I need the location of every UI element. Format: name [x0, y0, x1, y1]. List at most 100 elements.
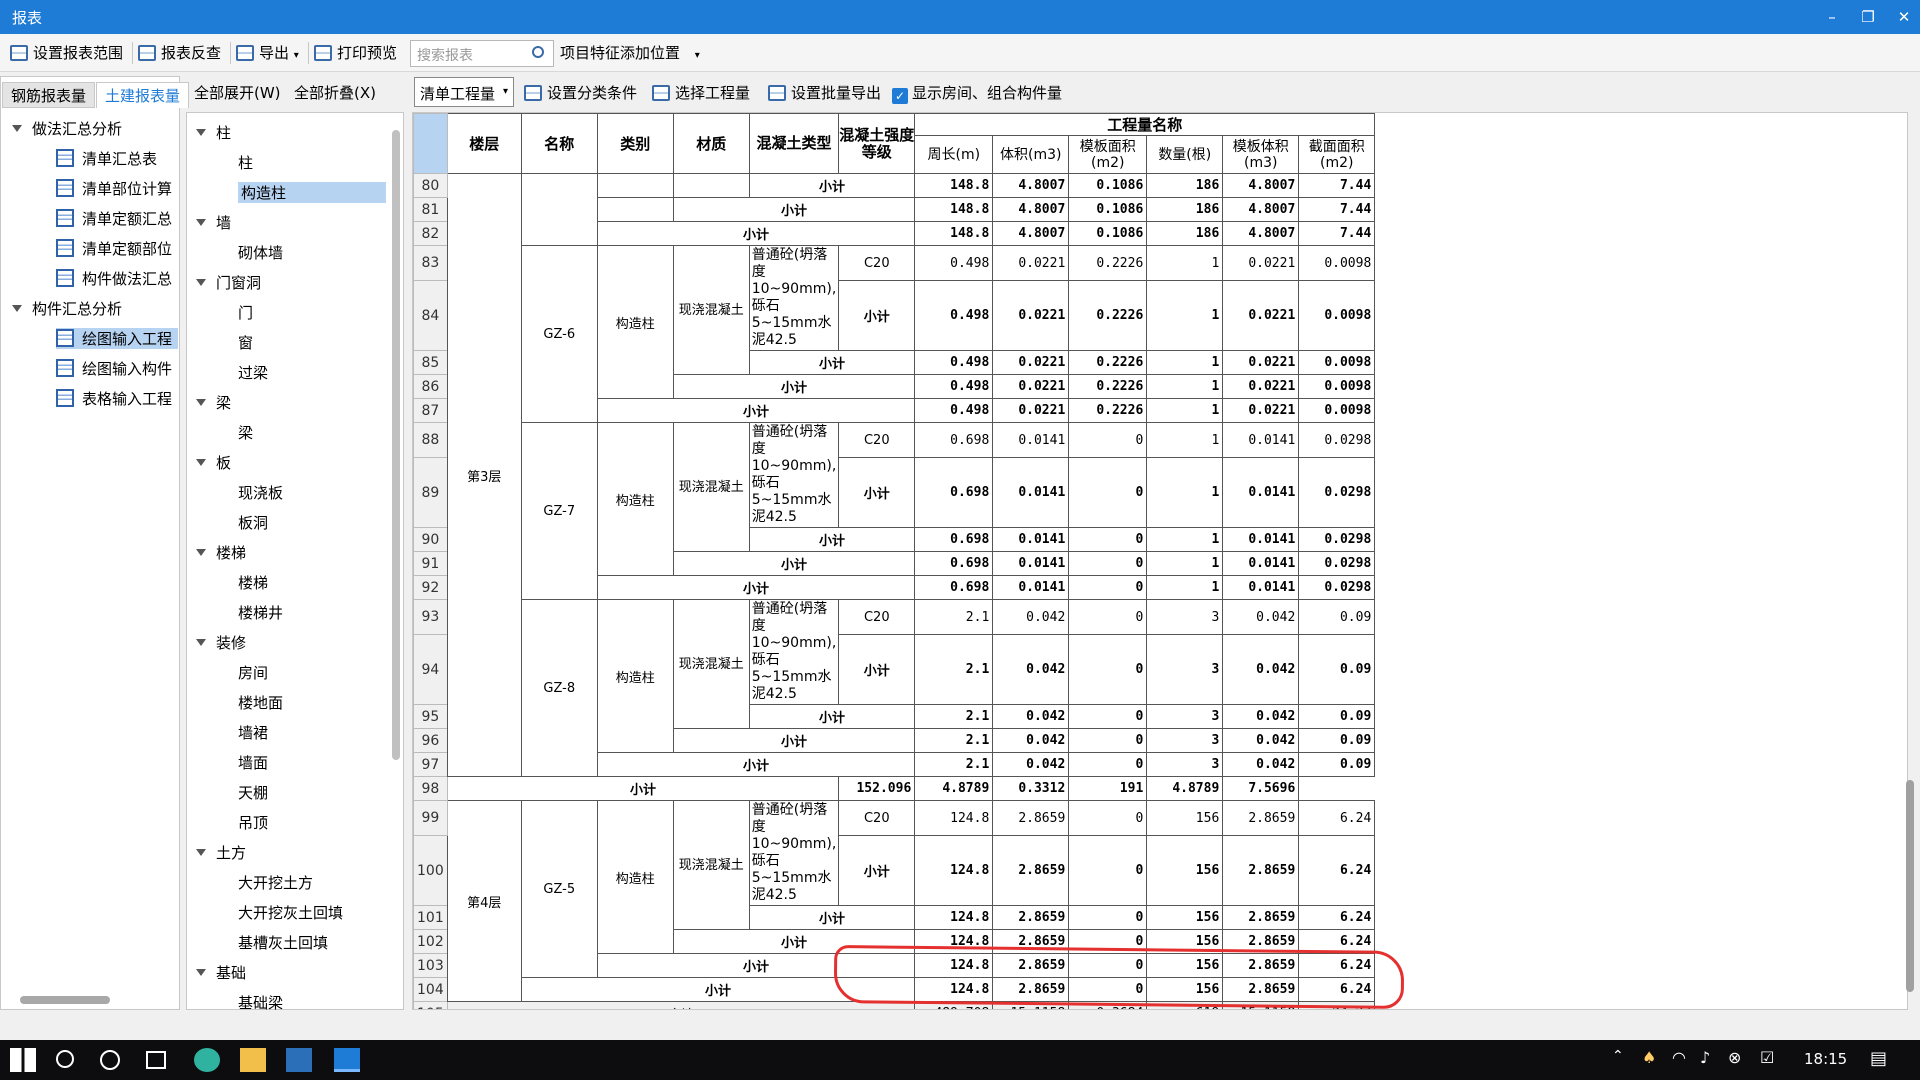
concrete-type-cell[interactable]: 普通砼(坍落度10~90mm),砾石5~15mm水泥42.5: [748, 422, 840, 528]
value-cell[interactable]: 0: [1068, 752, 1148, 777]
name-cell[interactable]: GZ-6: [520, 245, 598, 423]
subtotal-cell[interactable]: 小计: [596, 398, 916, 423]
value-cell[interactable]: 2.1: [914, 728, 994, 753]
value-cell[interactable]: 0.0298: [1298, 422, 1376, 458]
value-cell[interactable]: 1: [1146, 527, 1224, 552]
category-cell[interactable]: 构造柱: [596, 422, 674, 576]
row-number[interactable]: 85: [413, 350, 448, 375]
name-cell[interactable]: GZ-8: [520, 599, 598, 777]
collapse-arrow-icon[interactable]: [12, 125, 22, 132]
tree-group[interactable]: 构件汇总分析: [12, 298, 122, 319]
search-icon[interactable]: [56, 1050, 74, 1068]
value-cell[interactable]: 0.498: [914, 374, 994, 399]
volume-icon[interactable]: ♪: [1700, 1048, 1726, 1072]
value-cell[interactable]: 1: [1146, 374, 1224, 399]
row-number[interactable]: 88: [413, 422, 448, 458]
value-cell[interactable]: 2.8659: [1222, 800, 1300, 836]
col-floor[interactable]: 楼层: [446, 113, 522, 174]
active-app-icon[interactable]: [334, 1048, 360, 1072]
row-number[interactable]: 89: [413, 457, 448, 528]
value-cell[interactable]: 0.042: [1222, 728, 1300, 753]
subtotal-cell[interactable]: 小计: [596, 221, 916, 246]
component-group[interactable]: 板: [196, 452, 231, 473]
collapse-arrow-icon[interactable]: [196, 639, 206, 646]
search-icon[interactable]: [532, 46, 544, 58]
value-cell[interactable]: 124.8: [914, 800, 994, 836]
value-cell[interactable]: 0.0221: [1222, 398, 1300, 423]
value-cell[interactable]: 148.8: [914, 197, 994, 222]
collapse-arrow-icon[interactable]: [196, 549, 206, 556]
col-category[interactable]: 类别: [596, 113, 674, 174]
value-cell[interactable]: 2.8659: [992, 905, 1070, 930]
value-cell[interactable]: 0.0298: [1298, 457, 1376, 528]
value-cell[interactable]: 148.8: [914, 221, 994, 246]
cortana-icon[interactable]: [100, 1050, 120, 1070]
tree-item[interactable]: 清单定额部位: [56, 238, 172, 259]
value-cell[interactable]: 0.042: [992, 634, 1070, 705]
value-cell[interactable]: 6.24: [1298, 800, 1376, 836]
component-group[interactable]: 柱: [196, 122, 231, 143]
subtotal-cell[interactable]: 小计: [672, 374, 916, 399]
corner-cell[interactable]: [413, 113, 448, 174]
category-cell[interactable]: [596, 197, 674, 222]
tree-item[interactable]: 绘图输入工程: [56, 328, 178, 349]
component-item[interactable]: 现浇板: [238, 482, 283, 503]
value-cell[interactable]: 0.0141: [1222, 575, 1300, 600]
value-cell[interactable]: 0.2226: [1068, 280, 1148, 351]
component-group[interactable]: 楼梯: [196, 542, 246, 563]
chevron-up-icon[interactable]: ⌃: [1612, 1048, 1638, 1072]
component-group[interactable]: 基础: [196, 962, 246, 983]
category-cell[interactable]: 构造柱: [596, 245, 674, 399]
value-cell[interactable]: 0: [1068, 575, 1148, 600]
subtotal-cell[interactable]: 小计: [596, 575, 916, 600]
value-cell[interactable]: 0: [1068, 551, 1148, 576]
value-cell[interactable]: 1: [1146, 350, 1224, 375]
value-cell[interactable]: 6.24: [1298, 905, 1376, 930]
value-cell[interactable]: 0.0141: [1222, 422, 1300, 458]
collapse-arrow-icon[interactable]: [196, 399, 206, 406]
value-cell[interactable]: 0.498: [914, 245, 994, 281]
value-cell[interactable]: 0.0221: [1222, 280, 1300, 351]
value-cell[interactable]: 7.44: [1298, 173, 1376, 198]
close-button[interactable]: ✕: [1884, 3, 1920, 31]
value-cell[interactable]: 0.0221: [992, 245, 1070, 281]
subtotal-cell[interactable]: 小计: [748, 704, 916, 729]
value-cell[interactable]: 156: [1146, 800, 1224, 836]
subtotal-cell[interactable]: 小计: [672, 551, 916, 576]
value-cell[interactable]: 7.44: [1298, 221, 1376, 246]
value-cell[interactable]: 1: [1146, 280, 1224, 351]
category-cell[interactable]: [596, 173, 674, 198]
value-cell[interactable]: 0.0141: [992, 575, 1070, 600]
network-error-icon[interactable]: ⊗: [1728, 1048, 1754, 1072]
value-cell[interactable]: 148.8: [914, 173, 994, 198]
value-cell[interactable]: 2.8659: [992, 835, 1070, 906]
value-cell[interactable]: 0.0298: [1298, 527, 1376, 552]
value-cell[interactable]: 7.44: [1298, 197, 1376, 222]
component-group[interactable]: 梁: [196, 392, 231, 413]
component-item[interactable]: 门: [238, 302, 253, 323]
report-grid[interactable]: 楼层 名称 类别 材质 混凝土类型 混凝土强度等级 工程量名称 周长(m) 体积(m3) 模板面积…: [412, 112, 1908, 1010]
component-item[interactable]: 砌体墙: [238, 242, 283, 263]
collapse-arrow-icon[interactable]: [196, 459, 206, 466]
value-cell[interactable]: 2.1: [914, 599, 994, 635]
value-cell[interactable]: 0.698: [914, 457, 994, 528]
tree-group[interactable]: 做法汇总分析: [12, 118, 122, 139]
row-number[interactable]: 81: [413, 197, 448, 222]
file-explorer-icon[interactable]: [240, 1048, 266, 1072]
subtotal-cell[interactable]: 小计: [446, 776, 840, 801]
value-cell[interactable]: 0.042: [1222, 704, 1300, 729]
value-cell[interactable]: 0.698: [914, 527, 994, 552]
value-cell[interactable]: 0.498: [914, 398, 994, 423]
col-perimeter[interactable]: 周长(m): [914, 135, 994, 174]
subtotal-cell[interactable]: 小计: [672, 728, 916, 753]
col-volume[interactable]: 体积(m3): [992, 135, 1070, 174]
value-cell[interactable]: 124.8: [914, 905, 994, 930]
component-item[interactable]: 大开挖土方: [238, 872, 313, 893]
component-item[interactable]: 房间: [238, 662, 268, 683]
tree-item[interactable]: 构件做法汇总: [56, 268, 172, 289]
row-number[interactable]: 99: [413, 800, 448, 836]
value-cell[interactable]: 1: [1146, 457, 1224, 528]
value-cell[interactable]: 1: [1146, 551, 1224, 576]
subtotal-cell[interactable]: 小计: [748, 527, 916, 552]
value-cell[interactable]: 156: [1146, 835, 1224, 906]
